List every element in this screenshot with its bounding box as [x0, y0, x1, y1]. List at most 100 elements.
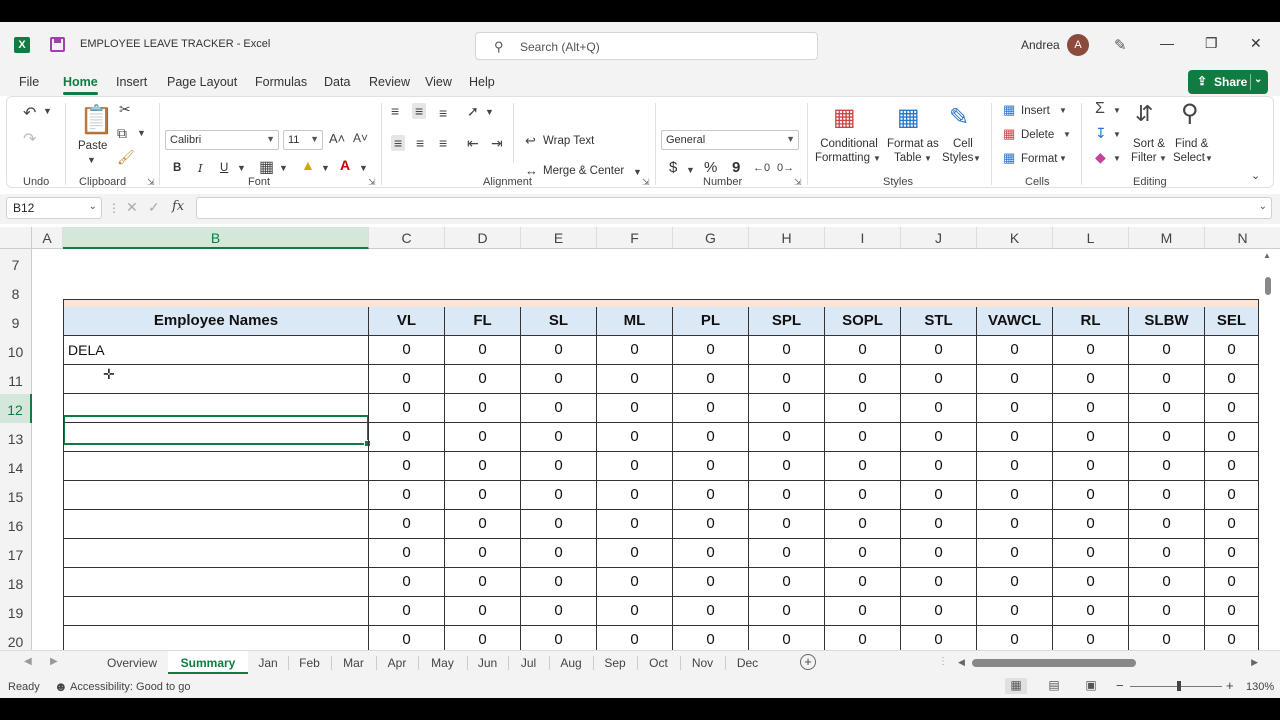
leave-count-cell[interactable]: 0 — [1129, 336, 1205, 365]
save-icon[interactable] — [50, 37, 65, 52]
sheet-tab-summary[interactable]: Summary — [168, 651, 248, 674]
leave-count-cell[interactable]: 0 — [673, 452, 749, 481]
align-right-icon[interactable]: ≡ — [439, 135, 447, 151]
row-header[interactable]: 19 — [0, 597, 32, 626]
leave-count-cell[interactable]: 0 — [597, 481, 673, 510]
leave-count-cell[interactable]: 0 — [445, 481, 521, 510]
add-sheet-icon[interactable]: + — [800, 654, 816, 670]
column-header[interactable]: N — [1205, 227, 1280, 249]
percent-button[interactable]: % — [704, 160, 717, 175]
sheet-tab-aug[interactable]: Aug — [549, 651, 593, 674]
column-header[interactable]: L — [1053, 227, 1129, 249]
column-header[interactable]: H — [749, 227, 825, 249]
row-header[interactable]: 8 — [0, 278, 32, 307]
share-button[interactable]: ⇪ Share ⌄ — [1188, 70, 1268, 94]
leave-type-header[interactable]: FL — [445, 307, 521, 336]
employee-name-cell[interactable] — [63, 394, 369, 423]
zoom-slider[interactable] — [1130, 686, 1222, 687]
cut-icon[interactable]: ✂ — [119, 101, 131, 118]
leave-count-cell[interactable]: 0 — [445, 539, 521, 568]
increase-indent-icon[interactable]: ⇥ — [491, 135, 503, 152]
leave-count-cell[interactable]: 0 — [749, 481, 825, 510]
tab-data[interactable]: Data — [324, 75, 350, 89]
cell-styles-label-1[interactable]: Cell — [953, 137, 973, 151]
sheet-tab-jan[interactable]: Jan — [248, 651, 288, 674]
minimize-icon[interactable]: — — [1160, 35, 1174, 51]
column-header[interactable]: C — [369, 227, 445, 249]
font-size-dropdown[interactable]: 11 ▼ — [283, 130, 323, 150]
chevron-down-icon[interactable]: ▼ — [873, 154, 881, 163]
format-cells-button[interactable]: Format — [1021, 152, 1057, 166]
zoom-level[interactable]: 130% — [1246, 681, 1274, 693]
leave-count-cell[interactable]: 0 — [977, 394, 1053, 423]
find-select-icon[interactable]: ⚲ — [1181, 99, 1199, 128]
font-color-dropdown-icon[interactable]: ▼ — [359, 163, 368, 173]
leave-count-cell[interactable]: 0 — [901, 510, 977, 539]
delete-cells-button[interactable]: Delete — [1021, 128, 1054, 142]
leave-count-cell[interactable]: 0 — [445, 423, 521, 452]
tab-help[interactable]: Help — [469, 75, 495, 89]
tab-review[interactable]: Review — [369, 75, 410, 89]
leave-type-header[interactable]: SL — [521, 307, 597, 336]
borders-icon[interactable]: ▦ — [259, 157, 274, 177]
leave-type-header[interactable]: SLBW — [1129, 307, 1205, 336]
conditional-formatting-label-2[interactable]: Formatting — [815, 151, 870, 165]
leave-count-cell[interactable]: 0 — [521, 510, 597, 539]
leave-count-cell[interactable]: 0 — [825, 394, 901, 423]
insert-cells-button[interactable]: Insert — [1021, 104, 1050, 118]
tab-insert[interactable]: Insert — [116, 75, 147, 89]
row-header[interactable]: 18 — [0, 568, 32, 597]
leave-count-cell[interactable]: 0 — [369, 423, 445, 452]
leave-type-header[interactable]: PL — [673, 307, 749, 336]
leave-count-cell[interactable]: 0 — [901, 365, 977, 394]
leave-count-cell[interactable]: 0 — [521, 481, 597, 510]
leave-count-cell[interactable]: 0 — [1129, 394, 1205, 423]
column-header[interactable]: A — [32, 227, 63, 249]
leave-count-cell[interactable]: 0 — [445, 568, 521, 597]
sheet-tab-apr[interactable]: Apr — [376, 651, 418, 674]
name-box[interactable]: B12 ⌄ — [6, 197, 102, 219]
leave-count-cell[interactable]: 0 — [1129, 568, 1205, 597]
currency-dropdown-icon[interactable]: ▼ — [686, 165, 695, 175]
insert-cells-icon[interactable]: ▦ — [1003, 102, 1015, 118]
clear-icon[interactable]: ◆ — [1095, 149, 1106, 166]
chevron-down-icon[interactable]: ▼ — [973, 154, 981, 163]
sheet-tab-overview[interactable]: Overview — [96, 651, 168, 674]
column-header[interactable]: M — [1129, 227, 1205, 249]
borders-dropdown-icon[interactable]: ▼ — [279, 163, 288, 173]
paste-dropdown-icon[interactable]: ▼ — [87, 155, 96, 165]
leave-count-cell[interactable]: 0 — [825, 423, 901, 452]
leave-count-cell[interactable]: 0 — [521, 568, 597, 597]
employee-name-cell[interactable] — [63, 365, 369, 394]
underline-button[interactable]: U — [220, 161, 228, 175]
leave-count-cell[interactable]: 0 — [1053, 568, 1129, 597]
row-header[interactable]: 14 — [0, 452, 32, 481]
format-as-table-label-2[interactable]: Table — [894, 151, 922, 165]
clipboard-launcher-icon[interactable]: ⇲ — [147, 177, 155, 188]
leave-count-cell[interactable]: 0 — [597, 452, 673, 481]
leave-count-cell[interactable]: 0 — [369, 365, 445, 394]
leave-count-cell[interactable]: 0 — [1205, 394, 1259, 423]
leave-count-cell[interactable]: 0 — [1129, 452, 1205, 481]
leave-count-cell[interactable]: 0 — [369, 597, 445, 626]
font-launcher-icon[interactable]: ⇲ — [368, 177, 376, 188]
normal-view-icon[interactable]: ▦ — [1005, 678, 1027, 694]
row-header[interactable]: 10 — [0, 336, 32, 365]
leave-count-cell[interactable]: 0 — [1129, 510, 1205, 539]
avatar[interactable]: A — [1067, 34, 1089, 56]
leave-count-cell[interactable]: 0 — [749, 394, 825, 423]
undo-icon[interactable]: ↶ — [23, 103, 36, 123]
leave-count-cell[interactable]: 0 — [977, 568, 1053, 597]
scroll-left-icon[interactable]: ◀ — [958, 657, 965, 668]
leave-count-cell[interactable]: 0 — [1205, 423, 1259, 452]
leave-count-cell[interactable]: 0 — [597, 394, 673, 423]
decrease-font-icon[interactable]: A˅ — [353, 131, 368, 145]
find-select-label-1[interactable]: Find & — [1175, 137, 1208, 151]
employee-name-cell[interactable] — [63, 452, 369, 481]
orientation-icon[interactable]: ➚ — [467, 103, 479, 120]
leave-count-cell[interactable]: 0 — [369, 452, 445, 481]
align-bottom-icon[interactable]: ≡ — [439, 105, 447, 121]
horizontal-scrollbar[interactable]: ◀ ▶ — [958, 655, 1258, 671]
page-break-view-icon[interactable]: ▣ — [1080, 678, 1102, 694]
more-icon[interactable]: ⋮ — [108, 201, 120, 215]
